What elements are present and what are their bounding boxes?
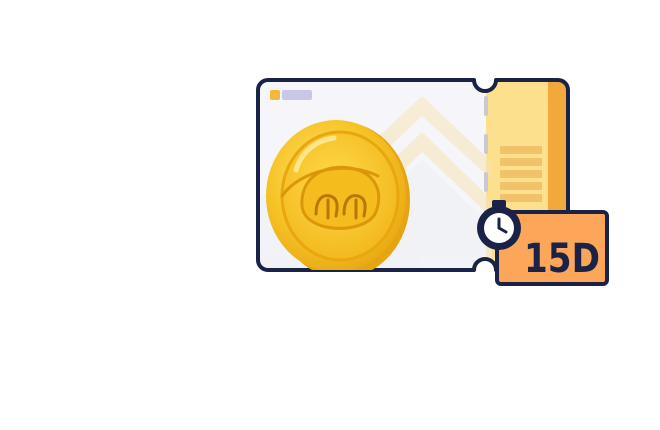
duration-badge: 15D [477,200,609,286]
ticket-tag-dot [270,90,280,100]
ticket-tag-bar [282,90,312,100]
voucher-card: 15D [256,78,609,286]
duration-label: 15D [524,236,600,282]
voucher-illustration: 15D [0,0,660,430]
